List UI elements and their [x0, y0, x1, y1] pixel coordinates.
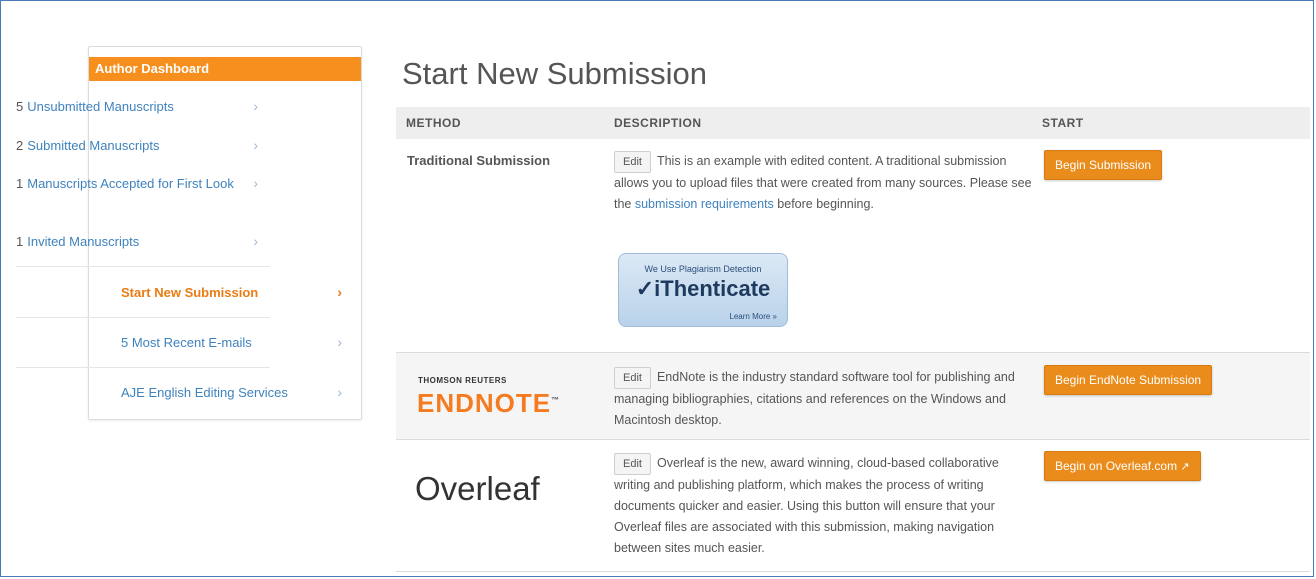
sidebar-item-invited[interactable]: 1 Invited Manuscripts ›: [16, 232, 270, 251]
sidebar-item-recent-emails[interactable]: 5 Most Recent E-mails ›: [121, 333, 342, 352]
chevron-right-icon: ›: [337, 384, 342, 400]
page-title: Start New Submission: [402, 56, 707, 91]
chevron-right-icon: ›: [337, 334, 342, 350]
description-endnote: Edit EndNote is the industry standard sof…: [614, 367, 1034, 431]
sidebar-item-label: 5 Most Recent E-mails: [121, 335, 252, 350]
sidebar-item-label: Unsubmitted Manuscripts: [27, 99, 174, 114]
table-header: METHOD DESCRIPTION START: [396, 107, 1310, 139]
row-divider: [396, 571, 1310, 572]
description-traditional: Edit This is an example with edited conte…: [614, 151, 1034, 215]
endnote-logo-publisher: THOMSON REUTERS: [418, 376, 507, 385]
sidebar-item-label: Manuscripts Accepted for First Look: [27, 176, 234, 191]
endnote-logo: ENDNOTE™: [417, 388, 560, 419]
edit-button[interactable]: Edit: [614, 151, 651, 173]
sidebar-header: Author Dashboard: [89, 57, 361, 81]
sidebar-item-submitted[interactable]: 2 Submitted Manuscripts ›: [16, 136, 270, 155]
sidebar-item-unsubmitted[interactable]: 5 Unsubmitted Manuscripts ›: [16, 97, 270, 116]
checkmark-icon: ✓: [635, 276, 655, 301]
badge-tagline: We Use Plagiarism Detection: [644, 264, 762, 274]
sidebar-item-label: Submitted Manuscripts: [27, 138, 160, 153]
trademark-icon: ™: [551, 395, 561, 405]
item-count: 1: [16, 234, 24, 249]
chevron-right-icon: ›: [337, 284, 342, 300]
item-count: 1: [16, 176, 24, 191]
begin-endnote-submission-button[interactable]: Begin EndNote Submission: [1044, 365, 1213, 395]
description-text: EndNote is the industry standard softwar…: [614, 370, 1015, 427]
description-text: before beginning.: [773, 197, 874, 211]
badge-brand: ✓iThenticate: [619, 276, 787, 302]
sidebar-item-start-new-submission[interactable]: Start New Submission ›: [121, 283, 342, 302]
begin-overleaf-label: Begin on Overleaf.com: [1055, 459, 1178, 473]
sidebar-item-aje-editing[interactable]: AJE English Editing Services ›: [121, 383, 342, 402]
description-text: Overleaf is the new, award winning, clou…: [614, 456, 999, 555]
item-count: 5: [16, 99, 24, 114]
chevron-right-icon: ›: [253, 137, 258, 153]
sidebar-divider: [16, 317, 270, 318]
column-header-start: START: [1042, 116, 1084, 130]
description-overleaf: Edit Overleaf is the new, award winning, …: [614, 453, 1034, 559]
column-header-method: METHOD: [406, 116, 461, 130]
submission-requirements-link[interactable]: submission requirements: [635, 197, 774, 211]
sidebar-item-label: Start New Submission: [121, 285, 259, 300]
endnote-logo-text: ENDNOTE: [417, 388, 552, 418]
sidebar-item-label: Invited Manuscripts: [27, 234, 140, 249]
chevron-right-icon: ›: [253, 175, 258, 191]
edit-button[interactable]: Edit: [614, 453, 651, 475]
chevron-right-icon: ›: [253, 98, 258, 114]
overleaf-logo: Overleaf: [415, 470, 540, 507]
item-count: 2: [16, 138, 24, 153]
sidebar-item-accepted-first-look[interactable]: 1 Manuscripts Accepted for First Look ›: [16, 174, 258, 193]
badge-brand-text: iThenticate: [654, 276, 771, 301]
edit-button[interactable]: Edit: [614, 367, 651, 389]
sidebar-divider: [16, 266, 270, 267]
external-link-icon: ↗: [1180, 461, 1190, 473]
sidebar-divider: [16, 367, 270, 368]
method-traditional: Traditional Submission: [407, 153, 551, 168]
begin-submission-button[interactable]: Begin Submission: [1044, 150, 1163, 180]
badge-learn-more: Learn More »: [729, 312, 777, 321]
column-header-description: DESCRIPTION: [614, 116, 702, 130]
begin-overleaf-button[interactable]: Begin on Overleaf.com ↗: [1044, 451, 1201, 481]
ithenticate-badge[interactable]: We Use Plagiarism Detection ✓iThenticate…: [618, 253, 788, 327]
sidebar-item-label: AJE English Editing Services: [121, 385, 288, 400]
row-divider: [396, 439, 1310, 440]
chevron-right-icon: ›: [253, 233, 258, 249]
